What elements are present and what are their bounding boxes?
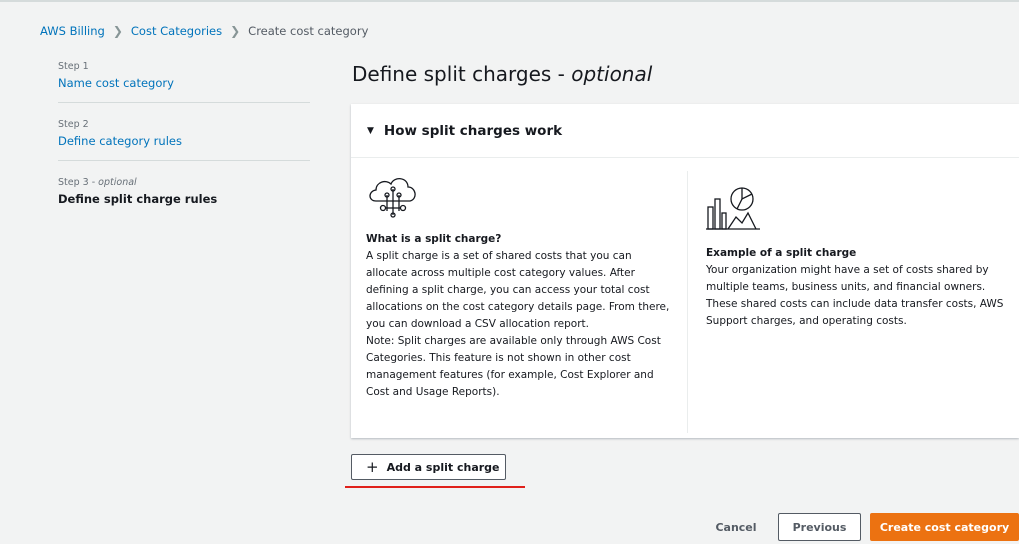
step-2: Step 2 Define category rules [58,119,310,161]
step-label: Step 1 [58,61,89,72]
breadcrumb: AWS Billing ❯ Cost Categories ❯ Create c… [40,24,368,38]
split-charge-definition-text: A split charge is a set of shared costs … [366,248,676,401]
top-rule [0,0,1019,2]
previous-button[interactable]: Previous [778,513,861,541]
footer-actions: Cancel Previous Create cost category [0,513,1019,541]
step-link-define-category-rules[interactable]: Define category rules [58,134,310,148]
page-title-text: Define split charges [352,62,552,86]
step-current-split-charge-rules: Define split charge rules [58,192,218,206]
step-label-text: Step 3 [58,177,89,188]
chart-analytics-icon [706,187,760,230]
panel-header[interactable]: ▼ How split charges work [351,104,1019,158]
add-split-charge-button[interactable]: + Add a split charge [351,454,506,480]
page-title: Define split charges - optional [352,62,653,86]
breadcrumb-current: Create cost category [248,24,369,38]
highlight-underline [345,486,525,488]
breadcrumb-aws-billing[interactable]: AWS Billing [40,24,105,38]
split-charge-note: Note: Split charges are available only t… [366,335,661,398]
page-title-optional: optional [571,62,653,86]
split-charge-example-body: Your organization might have a set of co… [706,264,1004,327]
breadcrumb-cost-categories[interactable]: Cost Categories [131,24,222,38]
split-charge-definition-title: What is a split charge? [366,233,502,245]
cloud-network-icon [369,178,416,218]
step-3: Step 3 - optional Define split charge ru… [58,177,310,218]
step-link-name-cost-category[interactable]: Name cost category [58,76,310,90]
plus-icon: + [366,458,379,476]
split-charge-definition-body: A split charge is a set of shared costs … [366,250,670,330]
example-split-charge-column: Example of a split charge Your organizat… [687,171,1019,433]
panel-title: How split charges work [383,122,563,139]
add-split-charge-label: Add a split charge [386,460,500,474]
caret-down-icon: ▼ [367,125,374,136]
panel-columns: What is a split charge? A split charge i… [351,159,1019,438]
cancel-button[interactable]: Cancel [704,513,768,541]
what-is-split-charge-column: What is a split charge? A split charge i… [351,159,687,398]
chevron-right-icon: ❯ [230,24,241,38]
wizard-steps: Step 1 Name cost category Step 2 Define … [58,61,310,234]
step-label: Step 2 [58,119,89,130]
step-label-optional: optional [98,177,137,188]
chevron-right-icon: ❯ [112,24,123,38]
step-label: Step 3 - optional [58,177,137,188]
split-charge-example-title: Example of a split charge [706,247,857,259]
step-1: Step 1 Name cost category [58,61,310,103]
create-cost-category-button[interactable]: Create cost category [870,513,1019,541]
how-split-charges-work-panel: ▼ How split charges work What is a split… [351,104,1019,438]
